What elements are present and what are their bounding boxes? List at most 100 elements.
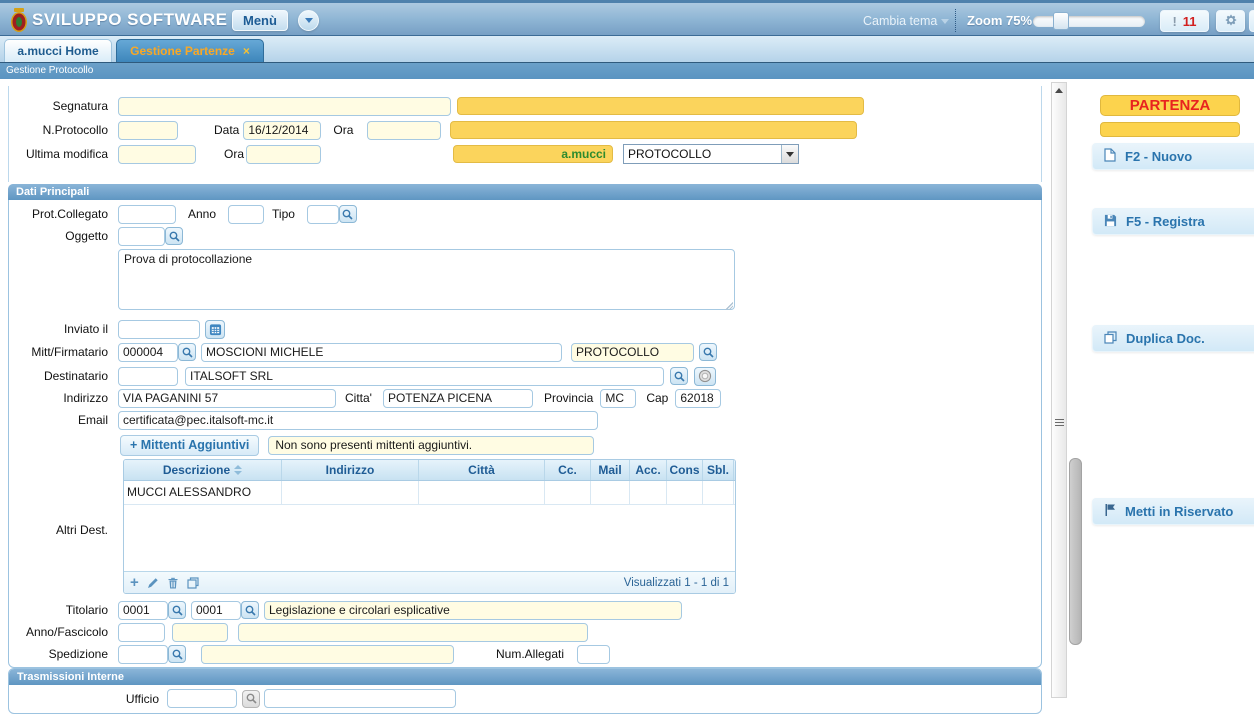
table-row[interactable]: MUCCI ALESSANDRO bbox=[124, 481, 735, 505]
ultima-modifica-input[interactable] bbox=[118, 145, 196, 164]
change-theme-link[interactable]: Cambia tema bbox=[863, 14, 937, 28]
spedizione-input[interactable] bbox=[118, 645, 168, 664]
column-header-indirizzo[interactable]: Indirizzo bbox=[282, 460, 419, 480]
mittenti-aggiuntivi-button[interactable]: + Mittenti Aggiuntivi bbox=[120, 435, 259, 456]
f5-registra-button[interactable]: F5 - Registra bbox=[1092, 208, 1254, 235]
partial-edge-button[interactable] bbox=[1249, 10, 1254, 32]
nprotocollo-input[interactable] bbox=[118, 121, 178, 140]
column-header-descrizione[interactable]: Descrizione bbox=[124, 460, 282, 480]
anno-fascicolo-desc-field bbox=[238, 623, 588, 642]
metti-in-riservato-button[interactable]: Metti in Riservato bbox=[1092, 498, 1254, 525]
anno-fascicolo-anno-input[interactable] bbox=[118, 623, 165, 642]
oggetto-textarea[interactable]: Prova di protocollazione bbox=[118, 249, 735, 310]
calendar-button[interactable] bbox=[205, 320, 225, 339]
registro-select[interactable]: PROTOCOLLO bbox=[623, 144, 799, 164]
settings-button[interactable] bbox=[1216, 10, 1245, 32]
data-label: Data bbox=[214, 123, 239, 137]
chevron-down-icon bbox=[305, 18, 313, 23]
chevron-down-button[interactable] bbox=[298, 10, 319, 31]
column-header-cons[interactable]: Cons bbox=[667, 460, 703, 480]
scroll-up-button[interactable] bbox=[1053, 84, 1065, 97]
search-icon bbox=[172, 649, 183, 660]
trasmissioni-interne-fieldset: Trasmissioni Interne Ufficio bbox=[8, 668, 1042, 714]
f2-nuovo-button[interactable]: F2 - Nuovo bbox=[1092, 143, 1254, 170]
mitt-search-button[interactable] bbox=[178, 343, 196, 361]
notifications-button[interactable]: ! 11 bbox=[1160, 10, 1209, 32]
titolario-search2-button[interactable] bbox=[241, 601, 259, 619]
data-input[interactable]: 16/12/2014 bbox=[243, 121, 321, 140]
mitt-code-input[interactable]: 000004 bbox=[118, 343, 178, 362]
column-header-cc[interactable]: Cc. bbox=[545, 460, 591, 480]
anno-input[interactable] bbox=[228, 205, 264, 224]
tab-gestione-partenze[interactable]: Gestione Partenze × bbox=[116, 39, 264, 62]
zoom-slider-track[interactable] bbox=[1033, 16, 1145, 27]
delete-row-button[interactable] bbox=[167, 577, 179, 589]
action-sidebar: PARTENZA F2 - Nuovo F5 - Registra Duplic… bbox=[1090, 80, 1254, 698]
ora2-input[interactable] bbox=[246, 145, 321, 164]
inviato-il-label: Inviato il bbox=[0, 322, 108, 336]
gear-icon bbox=[1224, 13, 1238, 30]
registry-lookup-button[interactable] bbox=[694, 367, 716, 386]
oggetto-code-input[interactable] bbox=[118, 227, 165, 246]
splitter-grip[interactable] bbox=[1055, 419, 1064, 428]
ufficio-search-button[interactable] bbox=[242, 690, 260, 708]
column-header-acc[interactable]: Acc. bbox=[630, 460, 667, 480]
tab-home[interactable]: a.mucci Home bbox=[4, 39, 112, 62]
destinatario-search-button[interactable] bbox=[670, 367, 688, 385]
duplica-doc-button[interactable]: Duplica Doc. bbox=[1092, 325, 1254, 352]
tipo-search-button[interactable] bbox=[339, 205, 357, 223]
save-icon bbox=[1104, 214, 1117, 230]
app-logo-icon bbox=[9, 7, 29, 39]
spedizione-desc-field bbox=[201, 645, 454, 664]
ora-input[interactable] bbox=[367, 121, 441, 140]
citta-input[interactable]: POTENZA PICENA bbox=[383, 389, 533, 408]
column-header-mail[interactable]: Mail bbox=[591, 460, 630, 480]
anno-fascicolo-num-input[interactable] bbox=[172, 623, 228, 642]
titolario-code2-input[interactable]: 0001 bbox=[191, 601, 241, 620]
search-icon bbox=[342, 209, 353, 220]
mitt-name-input[interactable]: MOSCIONI MICHELE bbox=[201, 343, 562, 362]
edit-row-button[interactable] bbox=[147, 577, 159, 589]
table-empty-area bbox=[124, 505, 735, 571]
zoom-slider-thumb[interactable] bbox=[1053, 12, 1069, 30]
email-input[interactable]: certificata@pec.italsoft-mc.it bbox=[118, 411, 598, 430]
vertical-scrollbar[interactable] bbox=[1051, 82, 1067, 698]
select-arrow-button[interactable] bbox=[781, 145, 798, 163]
scrollbar-thumb[interactable] bbox=[1069, 458, 1082, 645]
titolario-code1-input[interactable]: 0001 bbox=[118, 601, 168, 620]
indirizzo-input[interactable]: VIA PAGANINI 57 bbox=[118, 389, 336, 408]
sort-icon bbox=[234, 465, 242, 475]
ufficio-input[interactable] bbox=[167, 689, 237, 708]
protocol-form: Segnatura N.Protocollo Data 16/12/2014 O… bbox=[0, 80, 1046, 698]
search-icon bbox=[246, 693, 257, 704]
add-row-button[interactable]: + bbox=[130, 577, 139, 589]
destinations-table: Descrizione Indirizzo Città Cc. Mail Acc… bbox=[123, 459, 736, 594]
ufficio-desc-input[interactable] bbox=[264, 689, 456, 708]
textarea-resize-grip[interactable] bbox=[725, 302, 733, 310]
tipo-label: Tipo bbox=[272, 207, 295, 221]
mitt-firmatario-label: Mitt/Firmatario bbox=[0, 345, 108, 359]
mitt-ufficio-search-button[interactable] bbox=[699, 343, 717, 361]
ora-label: Ora bbox=[333, 123, 353, 137]
altri-dest-label: Altri Dest. bbox=[0, 523, 108, 537]
inviato-il-input[interactable] bbox=[118, 320, 200, 339]
oggetto-search-button[interactable] bbox=[165, 227, 183, 245]
column-header-sbl[interactable]: Sbl. bbox=[703, 460, 734, 480]
oggetto-label: Oggetto bbox=[0, 229, 108, 243]
column-header-citta[interactable]: Città bbox=[419, 460, 545, 480]
close-tab-icon[interactable]: × bbox=[243, 44, 250, 58]
segnatura-input[interactable] bbox=[118, 97, 451, 116]
num-allegati-input[interactable] bbox=[577, 645, 610, 664]
expand-grid-button[interactable] bbox=[187, 577, 199, 589]
tipo-input[interactable] bbox=[307, 205, 339, 224]
prot-collegato-input[interactable] bbox=[118, 205, 176, 224]
titolario-search1-button[interactable] bbox=[168, 601, 186, 619]
menu-button[interactable]: Menù bbox=[232, 10, 288, 31]
destinatario-name-input[interactable]: ITALSOFT SRL bbox=[185, 367, 664, 386]
provincia-input[interactable]: MC bbox=[600, 389, 636, 408]
cap-input[interactable]: 62018 bbox=[675, 389, 721, 408]
search-icon bbox=[245, 605, 256, 616]
destinatario-code-input[interactable] bbox=[118, 367, 178, 386]
mitt-ufficio-input[interactable]: PROTOCOLLO bbox=[571, 343, 694, 362]
spedizione-search-button[interactable] bbox=[168, 645, 186, 663]
